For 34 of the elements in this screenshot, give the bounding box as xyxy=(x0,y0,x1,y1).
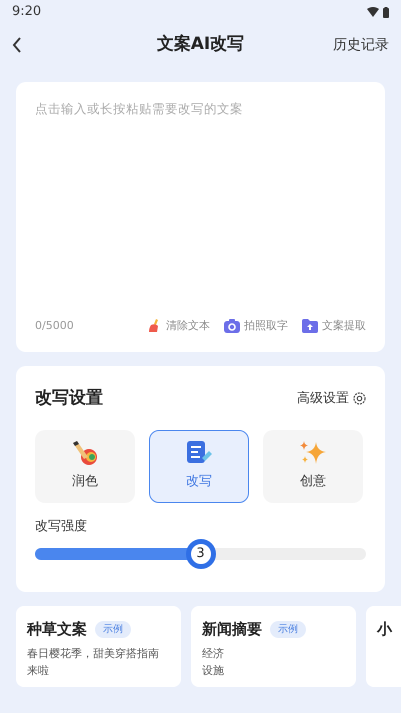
character-count: 0/5000 xyxy=(35,318,74,334)
folder-upload-icon xyxy=(302,318,318,333)
slider-thumb[interactable]: 3 xyxy=(186,539,216,569)
wifi-icon xyxy=(367,7,379,17)
advanced-settings-button[interactable]: 高级设置 xyxy=(297,389,366,408)
tool-button[interactable]: 文案提取 xyxy=(302,318,366,334)
status-time: 9:20 xyxy=(12,3,42,22)
example-card[interactable]: 小 xyxy=(366,606,401,687)
tool-button[interactable]: 清除文本 xyxy=(148,318,210,334)
card-title: 种草文案 xyxy=(27,619,87,640)
mode-option[interactable]: 润色 xyxy=(35,430,135,502)
example-tag: 示例 xyxy=(270,620,306,638)
card-description: 春日樱花季，甜美穿搭指南 来啦 xyxy=(27,646,159,678)
strength-slider[interactable]: 3 xyxy=(35,539,366,569)
page-title: 文案AI改写 xyxy=(156,33,244,56)
settings-icon xyxy=(353,392,366,406)
battery-icon xyxy=(383,6,389,18)
card-title: 新闻摘要 xyxy=(202,619,262,640)
paintbrush-icon xyxy=(71,440,99,466)
mode-option[interactable]: 改写 xyxy=(149,430,249,502)
back-icon xyxy=(12,37,22,53)
card-title: 小 xyxy=(377,619,392,640)
tool-button[interactable]: 拍照取字 xyxy=(224,318,288,334)
camera-icon xyxy=(224,318,240,333)
example-card[interactable]: 种草文案 示例 春日樱花季，甜美穿搭指南 来啦 xyxy=(16,606,181,687)
strength-label: 改写强度 xyxy=(35,518,88,536)
example-card[interactable]: 新闻摘要 示例 经济 设施 xyxy=(191,606,356,687)
history-link[interactable]: 历史记录 xyxy=(333,34,389,56)
section-title: 改写设置 xyxy=(35,387,103,410)
text-input-field[interactable]: 点击输入或长按粘贴需要改写的文案 xyxy=(35,100,366,318)
mode-option[interactable]: 创意 xyxy=(263,430,363,502)
input-card[interactable]: 点击输入或长按粘贴需要改写的文案 0/5000 清除文本 拍照取字 文案提取 xyxy=(16,82,385,352)
card-description: 经济 设施 xyxy=(202,646,224,678)
example-tag: 示例 xyxy=(95,620,131,638)
